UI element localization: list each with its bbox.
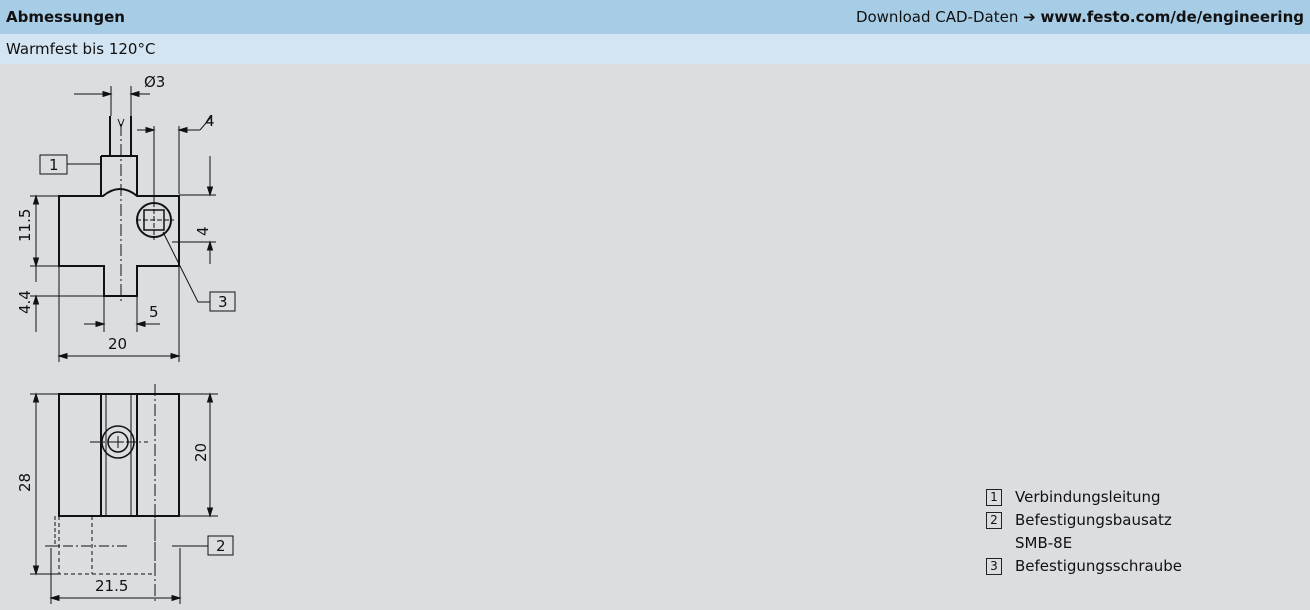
header-bar: Abmessungen Download CAD-Daten ➔ www.fes… [0, 0, 1310, 34]
download-link[interactable]: www.festo.com/de/engineering [1040, 8, 1304, 26]
dim-4-top: 4 [205, 112, 215, 130]
legend-item: 1 Verbindungsleitung [986, 486, 1182, 509]
dim-4-4: 4.4 [16, 290, 34, 314]
callout-3: 3 [218, 293, 228, 311]
callout-2: 2 [216, 537, 226, 555]
dim-11-5: 11.5 [16, 209, 34, 242]
technical-drawing: Ø3 4 4 11.5 4.4 5 20 28 20 21.5 1 3 2 [16, 73, 236, 604]
legend: 1 Verbindungsleitung 2 Befestigungsbausa… [986, 486, 1182, 578]
legend-item: 3 Befestigungsschraube [986, 555, 1182, 578]
dim-21-5: 21.5 [95, 577, 128, 595]
dim-20-side: 20 [192, 443, 210, 462]
legend-label: SMB-8E [1015, 534, 1073, 552]
dim-5: 5 [149, 303, 159, 321]
subheader-bar: Warmfest bis 120°C [0, 34, 1310, 64]
callout-1: 1 [49, 156, 59, 174]
section-title: Abmessungen [6, 8, 125, 26]
dim-20: 20 [108, 335, 127, 353]
legend-item: 2 Befestigungsbausatz [986, 509, 1182, 532]
dim-diameter: Ø3 [144, 73, 165, 91]
legend-number: 2 [986, 512, 1002, 529]
dim-4-right: 4 [194, 226, 212, 236]
legend-label: Befestigungsschraube [1015, 557, 1182, 575]
sensor-body-side [58, 393, 180, 517]
download-cad: Download CAD-Daten ➔ www.festo.com/de/en… [856, 8, 1304, 26]
legend-item-continuation: SMB-8E [986, 532, 1182, 555]
legend-number: 1 [986, 489, 1002, 506]
legend-number: 3 [986, 558, 1002, 575]
dim-28: 28 [16, 473, 34, 492]
legend-label: Befestigungsbausatz [1015, 511, 1172, 529]
subheader-text: Warmfest bis 120°C [6, 40, 156, 58]
legend-label: Verbindungsleitung [1015, 488, 1161, 506]
download-label: Download CAD-Daten [855, 8, 1019, 26]
arrow-right-icon: ➔ [1023, 8, 1036, 26]
